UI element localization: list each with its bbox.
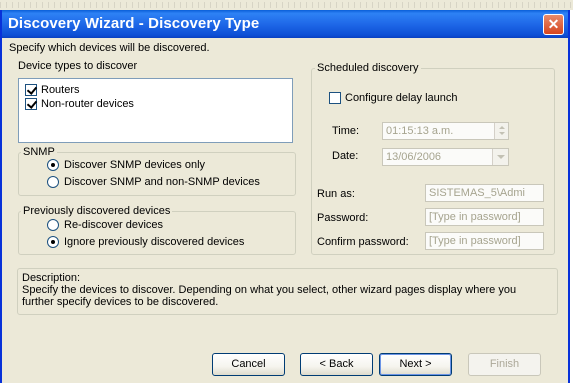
confirm-password-field[interactable]: [Type in password] — [425, 232, 544, 250]
run-as-value: SISTEMAS_5\Admi — [429, 187, 525, 199]
previously-discovered-group: Previously discovered devices Re-discove… — [18, 205, 296, 255]
date-label: Date: — [332, 150, 359, 162]
ignore-previous-radio[interactable] — [47, 236, 59, 249]
configure-delay-option[interactable]: Configure delay launch — [329, 92, 458, 105]
snmp-group: SNMP Discover SNMP devices only Discover… — [18, 146, 296, 196]
cancel-button[interactable]: Cancel — [212, 353, 285, 376]
configure-delay-checkbox[interactable] — [329, 92, 341, 105]
close-icon: ✕ — [547, 16, 560, 32]
date-value: 13/06/2006 — [386, 151, 442, 163]
discovery-wizard-dialog: Discovery Wizard - Discovery Type ✕ Spec… — [0, 10, 570, 383]
snmp-legend: SNMP — [21, 146, 57, 158]
description-legend: Description: — [22, 272, 81, 284]
time-label: Time: — [332, 125, 360, 137]
device-type-routers[interactable]: Routers — [25, 84, 80, 97]
snmp-only-radio[interactable] — [47, 159, 59, 172]
ignore-previous-label: Ignore previously discovered devices — [64, 236, 245, 248]
snmp-both-label: Discover SNMP and non-SNMP devices — [64, 176, 260, 188]
confirm-password-placeholder: [Type in password] — [429, 235, 521, 247]
description-text: Specify the devices to discover. Dependi… — [22, 284, 517, 308]
scheduled-legend: Scheduled discovery — [315, 62, 421, 74]
device-types-label: Device types to discover — [18, 60, 138, 72]
password-label: Password: — [317, 212, 369, 224]
ignore-previous-option[interactable]: Ignore previously discovered devices — [47, 236, 245, 249]
snmp-both-radio[interactable] — [47, 176, 59, 189]
rediscover-option[interactable]: Re-discover devices — [47, 219, 164, 232]
device-types-list[interactable]: Routers Non-router devices — [18, 78, 293, 143]
password-placeholder: [Type in password] — [429, 211, 521, 223]
non-router-label: Non-router devices — [41, 98, 134, 110]
finish-button[interactable]: Finish — [468, 353, 541, 376]
background-window-strip — [0, 0, 573, 10]
date-field[interactable]: 13/06/2006 — [382, 148, 509, 166]
time-field[interactable]: 01:15:13 a.m. — [382, 122, 509, 140]
description-box: Description: Specify the devices to disc… — [17, 268, 558, 315]
chevron-down-icon[interactable] — [492, 149, 508, 165]
time-spinner-icon[interactable] — [494, 123, 508, 139]
time-value: 01:15:13 a.m. — [386, 125, 454, 137]
routers-checkbox[interactable] — [25, 84, 37, 97]
intro-text: Specify which devices will be discovered… — [9, 42, 210, 54]
rediscover-radio[interactable] — [47, 219, 59, 232]
snmp-option-both[interactable]: Discover SNMP and non-SNMP devices — [47, 176, 260, 189]
configure-delay-label: Configure delay launch — [345, 92, 458, 104]
window-title: Discovery Wizard - Discovery Type — [8, 15, 260, 32]
confirm-password-label: Confirm password: — [317, 236, 409, 248]
device-type-non-router[interactable]: Non-router devices — [25, 98, 134, 111]
close-button[interactable]: ✕ — [543, 14, 564, 35]
run-as-field[interactable]: SISTEMAS_5\Admi — [425, 184, 544, 202]
snmp-only-label: Discover SNMP devices only — [64, 159, 206, 171]
previously-legend: Previously discovered devices — [21, 205, 173, 217]
run-as-label: Run as: — [317, 188, 355, 200]
routers-label: Routers — [41, 84, 80, 96]
back-button[interactable]: < Back — [300, 353, 373, 376]
password-field[interactable]: [Type in password] — [425, 208, 544, 226]
title-bar[interactable]: Discovery Wizard - Discovery Type ✕ — [2, 10, 568, 38]
rediscover-label: Re-discover devices — [64, 219, 164, 231]
dialog-body: Specify which devices will be discovered… — [2, 38, 568, 383]
non-router-checkbox[interactable] — [25, 98, 37, 111]
next-button[interactable]: Next > — [379, 353, 452, 376]
snmp-option-only[interactable]: Discover SNMP devices only — [47, 159, 206, 172]
